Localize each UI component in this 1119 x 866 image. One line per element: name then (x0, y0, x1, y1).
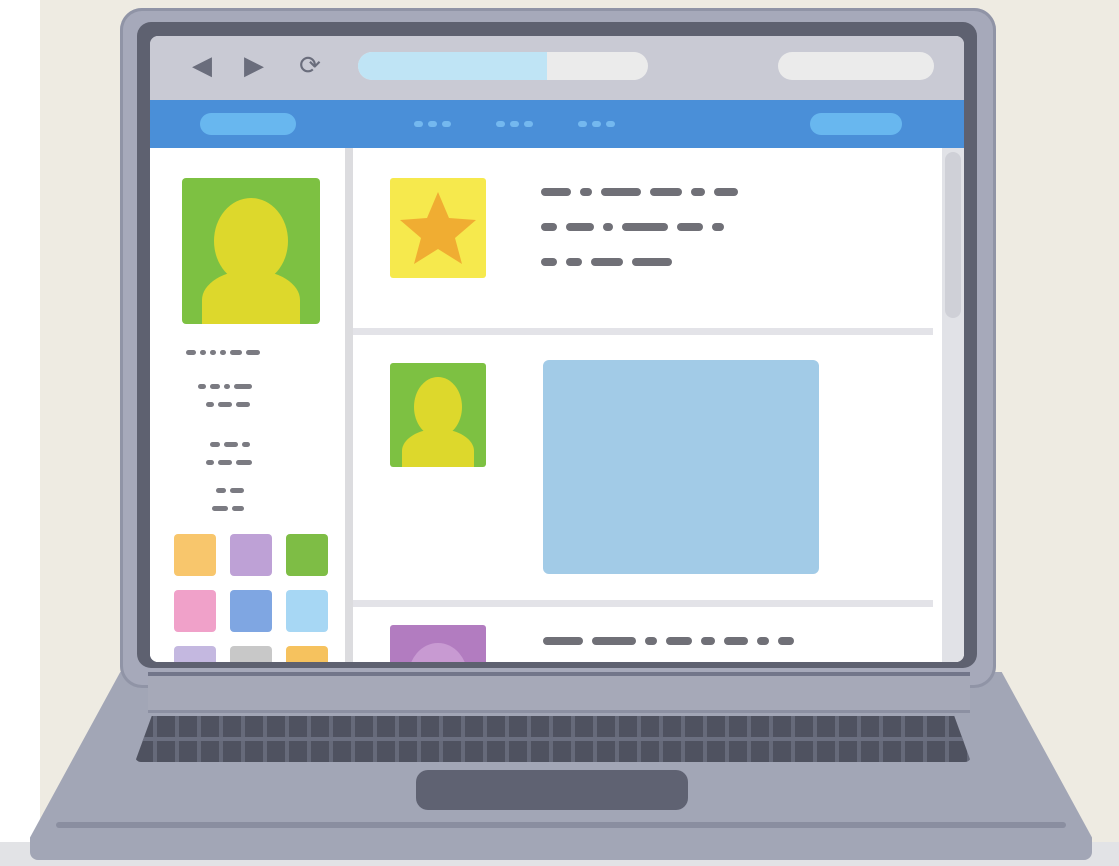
profile-info-text (216, 488, 244, 493)
profile-info-text (206, 402, 250, 407)
friend-thumbnail[interactable] (230, 646, 272, 662)
post-avatar[interactable] (390, 363, 486, 467)
scrollbar-thumb[interactable] (945, 152, 961, 318)
nav-link-1[interactable] (414, 121, 451, 127)
user-icon-body (402, 429, 474, 467)
post-avatar[interactable] (390, 178, 486, 278)
profile-info-text (210, 442, 250, 447)
laptop-front-edge (56, 822, 1066, 828)
address-bar[interactable] (358, 52, 648, 80)
nav-link-2[interactable] (496, 121, 533, 127)
post-text-line (541, 188, 738, 196)
feed-post (353, 607, 933, 662)
friend-thumbnail[interactable] (174, 534, 216, 576)
scrollbar[interactable] (942, 148, 964, 662)
user-icon-body (202, 270, 300, 324)
friend-thumbnail[interactable] (230, 534, 272, 576)
friend-thumbnail[interactable] (286, 534, 328, 576)
profile-sidebar (150, 148, 353, 662)
post-avatar[interactable] (390, 625, 486, 662)
user-icon (408, 643, 468, 662)
star-icon (400, 192, 476, 264)
site-logo[interactable] (200, 113, 296, 135)
post-text-line (541, 258, 672, 266)
browser-window: ◀ ▶ ⟳ (150, 36, 964, 662)
profile-info-text (212, 506, 244, 511)
keyboard (135, 716, 971, 762)
feed-post (353, 148, 933, 292)
login-button[interactable] (810, 113, 902, 135)
profile-info-text (198, 384, 252, 389)
post-divider (353, 600, 933, 607)
nav-link-3[interactable] (578, 121, 615, 127)
friend-thumbnail[interactable] (174, 646, 216, 662)
friend-thumbnail[interactable] (286, 646, 328, 662)
reload-icon[interactable]: ⟳ (296, 52, 324, 80)
friend-thumbnail[interactable] (174, 590, 216, 632)
browser-toolbar: ◀ ▶ ⟳ (150, 36, 964, 98)
profile-info-text (206, 460, 252, 465)
post-text-line (543, 637, 794, 645)
friend-thumbnail[interactable] (230, 590, 272, 632)
browser-search-bar[interactable] (778, 52, 934, 80)
post-divider (353, 328, 933, 335)
back-icon[interactable]: ◀ (188, 52, 216, 80)
user-icon (414, 377, 462, 437)
profile-name-text (186, 350, 260, 355)
friend-thumbnail[interactable] (286, 590, 328, 632)
profile-avatar[interactable] (182, 178, 320, 324)
post-text-line (541, 223, 724, 231)
forward-icon[interactable]: ▶ (240, 52, 268, 80)
page-content (150, 148, 964, 662)
touchpad (416, 770, 688, 810)
activity-feed (353, 148, 933, 662)
site-header (150, 100, 964, 148)
laptop-hinge (148, 672, 970, 713)
post-image[interactable] (543, 360, 819, 574)
page-load-progress (358, 52, 547, 80)
